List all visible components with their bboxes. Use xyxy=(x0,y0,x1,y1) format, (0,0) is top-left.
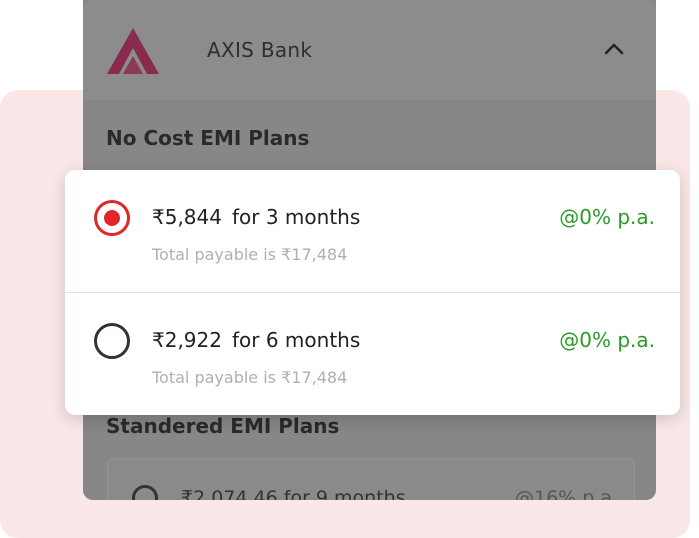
plan-amount: ₹2,074.46 for 9 months xyxy=(181,487,406,500)
standard-plan-option[interactable]: ₹2,074.46 for 9 months @16% p.a xyxy=(107,458,635,500)
radio-button-selected[interactable] xyxy=(94,200,130,236)
emi-plan-option[interactable]: ₹5,844 for 3 months @0% p.a. Total payabl… xyxy=(65,170,680,293)
bank-name: AXIS Bank xyxy=(207,38,313,62)
no-cost-plans-card: ₹5,844 for 3 months @0% p.a. Total payabl… xyxy=(65,170,680,415)
plan-rate: @0% p.a. xyxy=(559,205,655,229)
plan-total: Total payable is ₹17,484 xyxy=(152,368,348,387)
chevron-up-icon[interactable] xyxy=(603,40,625,56)
plan-amount: ₹2,922 for 6 months xyxy=(152,328,361,352)
plan-rate: @16% p.a xyxy=(514,487,612,500)
standard-emi-title: Standered EMI Plans xyxy=(106,414,340,438)
plan-total: Total payable is ₹17,484 xyxy=(152,245,348,264)
bank-header[interactable]: AXIS Bank xyxy=(83,0,656,100)
radio-button[interactable] xyxy=(94,323,130,359)
emi-plan-option[interactable]: ₹2,922 for 6 months @0% p.a. Total payabl… xyxy=(65,293,680,415)
no-cost-emi-title: No Cost EMI Plans xyxy=(106,126,310,150)
plan-amount: ₹5,844 for 3 months xyxy=(152,205,361,229)
plan-rate: @0% p.a. xyxy=(559,328,655,352)
radio-button[interactable] xyxy=(132,485,158,500)
axis-bank-logo-icon xyxy=(107,28,159,74)
